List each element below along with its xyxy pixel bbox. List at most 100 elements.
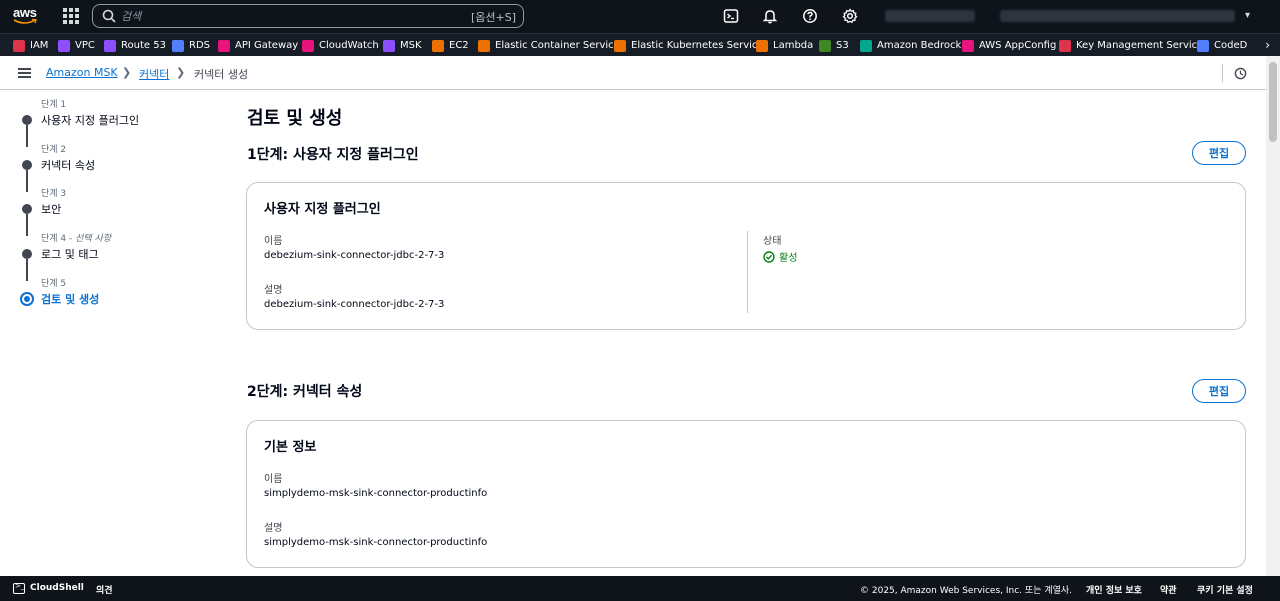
bell-icon[interactable] (762, 8, 778, 24)
step-dot-icon (22, 204, 32, 214)
page-scrollbar[interactable] (1266, 56, 1280, 576)
account-info-redacted[interactable] (885, 10, 975, 22)
description-value: debezium-sink-connector-jdbc-2-7-3 (264, 299, 445, 310)
fav-kms[interactable]: Key Management Service (1059, 38, 1203, 53)
help-icon[interactable] (802, 8, 818, 24)
search-input[interactable] (121, 7, 461, 25)
cookie-preferences-link[interactable]: 쿠키 기본 설정 (1197, 583, 1253, 596)
cloudshell-icon[interactable] (723, 8, 739, 24)
cloudshell-link[interactable]: CloudShell (30, 583, 84, 593)
ecs-icon (478, 39, 490, 52)
step-dot-icon (22, 160, 32, 170)
fav-msk[interactable]: MSK (383, 38, 422, 53)
fav-s3[interactable]: S3 (819, 38, 849, 53)
step-label: 로그 및 태그 (41, 248, 99, 261)
step-1[interactable]: 단계 1 사용자 지정 플러그인 (0, 90, 220, 147)
step-3[interactable]: 단계 3 보안 (0, 179, 220, 236)
breadcrumb-connectors[interactable]: 커넥터 (139, 66, 169, 82)
fav-cloudwatch[interactable]: CloudWatch (302, 38, 379, 53)
privacy-link[interactable]: 개인 정보 보호 (1086, 583, 1142, 596)
footer: CloudShell 의견 © 2025, Amazon Web Service… (0, 576, 1280, 601)
step-2[interactable]: 단계 2 커넥터 속성 (0, 135, 220, 192)
step-label: 커넥터 속성 (41, 159, 96, 172)
step-4[interactable]: 단계 4 - 선택 사항 로그 및 태그 (0, 224, 220, 281)
search-shortcut: [옵션+S] (470, 11, 516, 24)
rds-icon (172, 39, 184, 52)
cloudshell-icon[interactable] (13, 582, 25, 594)
name-key: 이름 (264, 236, 283, 247)
step-label: 검토 및 생성 (41, 293, 100, 306)
eks-icon (614, 39, 626, 52)
api-gateway-icon (218, 39, 230, 52)
edit-step-2-button[interactable]: 편집 (1192, 379, 1246, 403)
card-title: 사용자 지정 플러그인 (264, 202, 381, 217)
custom-plugin-card: 사용자 지정 플러그인 이름 debezium-sink-connector-j… (246, 182, 1246, 330)
name-key: 이름 (264, 474, 283, 485)
step-number: 단계 1 (41, 100, 67, 110)
status-key: 상태 (763, 236, 782, 247)
cloudwatch-icon (302, 39, 314, 52)
fav-ecs[interactable]: Elastic Container Service (478, 38, 620, 53)
breadcrumb-amazon-msk[interactable]: Amazon MSK (46, 66, 118, 79)
description-key: 설명 (264, 523, 283, 534)
name-value: debezium-sink-connector-jdbc-2-7-3 (264, 250, 445, 261)
fav-label: VPC (75, 40, 95, 51)
breadcrumb-bar: Amazon MSK ❯ 커넥터 ❯ 커넥터 생성 (0, 56, 1280, 90)
menu-icon[interactable] (18, 68, 31, 78)
page-title: 검토 및 생성 (247, 108, 343, 129)
fav-label: RDS (189, 40, 210, 51)
terms-link[interactable]: 약관 (1160, 583, 1177, 596)
search-box[interactable]: [옵션+S] (92, 4, 524, 28)
basic-info-card: 기본 정보 이름 simplydemo-msk-sink-connector-p… (246, 420, 1246, 568)
fav-ec2[interactable]: EC2 (432, 38, 469, 53)
edit-step-1-button[interactable]: 편집 (1192, 141, 1246, 165)
status-indicator: 활성 (763, 249, 797, 264)
check-circle-icon (763, 250, 775, 263)
scroll-thumb[interactable] (1269, 62, 1277, 142)
step-label: 보안 (41, 203, 62, 216)
fav-lambda[interactable]: Lambda (756, 38, 813, 53)
fav-label: CloudWatch (319, 40, 379, 51)
favorites-more-chevron-icon[interactable]: › (1265, 38, 1270, 52)
section-1-title: 1단계: 사용자 지정 플러그인 (247, 147, 419, 163)
fav-bedrock[interactable]: Amazon Bedrock (860, 38, 961, 53)
services-grid-icon[interactable] (63, 8, 79, 24)
region-info-redacted[interactable] (1000, 10, 1235, 22)
aws-logo[interactable]: aws (13, 6, 41, 28)
breadcrumb-create-connector: 커넥터 생성 (194, 68, 249, 81)
fav-label: S3 (836, 40, 849, 51)
step-5: 단계 5 검토 및 생성 (0, 269, 220, 314)
fav-iam[interactable]: IAM (13, 38, 48, 53)
vpc-icon (58, 39, 70, 52)
column-divider (747, 231, 748, 313)
s3-icon (819, 39, 831, 52)
fav-eks[interactable]: Elastic Kubernetes Service (614, 38, 764, 53)
fav-route53[interactable]: Route 53 (104, 38, 166, 53)
lambda-icon (756, 39, 768, 52)
account-caret-icon[interactable]: ▾ (1245, 10, 1250, 21)
fav-label: API Gateway (235, 40, 299, 51)
name-value: simplydemo-msk-sink-connector-productinf… (264, 488, 488, 499)
divider (1222, 64, 1223, 82)
description-key: 설명 (264, 285, 283, 296)
step-label: 사용자 지정 플러그인 (41, 114, 140, 127)
chevron-right-icon: ❯ (122, 66, 132, 79)
step-number: 단계 4 - 선택 사항 (41, 234, 112, 244)
fav-label: Route 53 (121, 40, 166, 51)
fav-api-gateway[interactable]: API Gateway (218, 38, 298, 53)
kms-icon (1059, 39, 1071, 52)
fav-label: IAM (30, 40, 49, 51)
fav-appconfig[interactable]: AWS AppConfig (962, 38, 1056, 53)
fav-rds[interactable]: RDS (172, 38, 210, 53)
section-2-title: 2단계: 커넥터 속성 (247, 384, 363, 400)
fav-vpc[interactable]: VPC (58, 38, 95, 53)
step-number: 단계 5 (41, 279, 67, 289)
iam-icon (13, 39, 25, 52)
history-icon[interactable] (1234, 67, 1247, 80)
gear-icon[interactable] (842, 8, 858, 24)
step-number: 단계 2 (41, 145, 67, 155)
route53-icon (104, 39, 116, 52)
feedback-link[interactable]: 의견 (96, 583, 113, 596)
chevron-right-icon: ❯ (176, 66, 186, 79)
fav-codedeploy[interactable]: CodeD (1197, 38, 1247, 53)
